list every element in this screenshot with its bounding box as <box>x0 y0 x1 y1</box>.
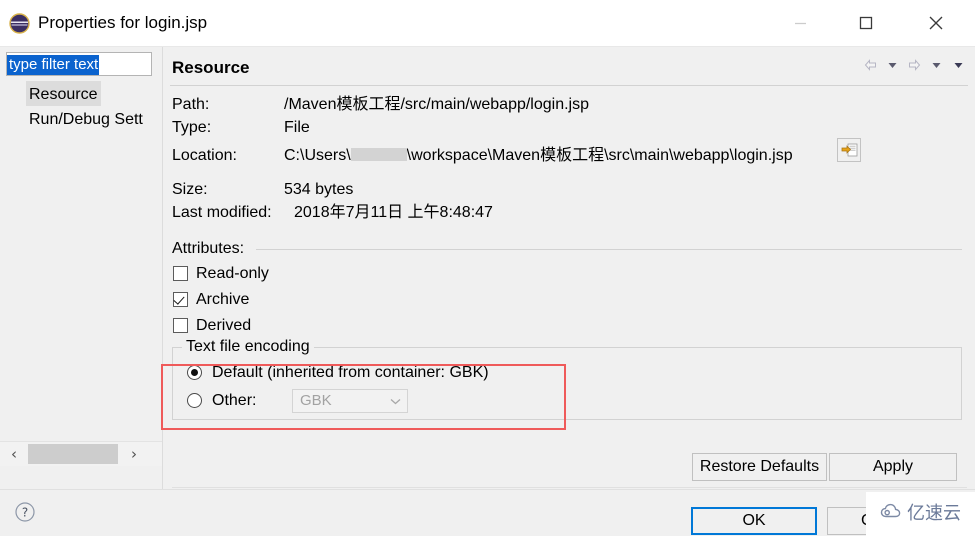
scroll-left-icon[interactable]: ‹ <box>0 442 28 466</box>
checkbox-archive[interactable]: Archive <box>172 287 962 313</box>
encoding-combo-value: GBK <box>300 392 332 409</box>
page-title-divider <box>170 85 968 86</box>
text-file-encoding-group: Text file encoding Default (inherited fr… <box>161 337 962 430</box>
checkbox-label: Read-only <box>196 265 269 282</box>
close-button[interactable] <box>905 0 967 46</box>
radio-other-encoding[interactable]: Other: GBK <box>186 388 408 414</box>
page-title: Resource <box>172 58 250 77</box>
location-prefix: C:\Users\ <box>284 147 351 164</box>
minimize-button[interactable] <box>769 0 831 46</box>
resource-page: Resource Path: /Maven模板工程/src/main/webap… <box>161 47 975 489</box>
properties-dialog: Properties for login.jsp type filter tex… <box>0 0 975 536</box>
svg-text:?: ? <box>22 506 28 520</box>
info-row-last-modified: Last modified: 2018年7月11日 上午8:48:47 <box>172 201 962 224</box>
info-row-location: Location: C:\Users\ \workspace\Maven模板工程\… <box>172 138 962 172</box>
page-navigation <box>861 55 967 75</box>
checkbox-label: Derived <box>196 317 252 334</box>
scrollbar-thumb[interactable] <box>28 444 118 464</box>
eclipse-logo-icon <box>9 13 30 34</box>
chevron-down-icon[interactable] <box>390 390 401 412</box>
info-row-path: Path: /Maven模板工程/src/main/webapp/login.j… <box>172 93 962 116</box>
info-label: Size: <box>172 181 208 198</box>
radio-default-encoding[interactable]: Default (inherited from container: GBK) <box>186 360 489 386</box>
checkbox-derived[interactable]: Derived <box>172 313 962 339</box>
back-arrow-icon[interactable] <box>861 55 879 75</box>
checkbox-label: Archive <box>196 291 250 308</box>
apply-divider <box>172 487 967 488</box>
checkbox-icon[interactable] <box>173 266 188 281</box>
info-label: Location: <box>172 147 237 164</box>
watermark: 亿速云 <box>866 492 975 536</box>
info-value: /Maven模板工程/src/main/webapp/login.jsp <box>284 96 590 113</box>
radio-icon[interactable] <box>187 393 202 408</box>
apply-button[interactable]: Apply <box>829 453 957 481</box>
watermark-text: 亿速云 <box>907 503 961 524</box>
attributes-section: Attributes: Read-only Archive Derived <box>172 237 962 339</box>
checkbox-checked-icon[interactable] <box>173 292 188 307</box>
browse-location-button[interactable] <box>837 138 861 162</box>
sidebar-item-label: Resource <box>26 81 102 106</box>
info-row-type: Type: File <box>172 116 962 139</box>
more-menu-chevron-down-icon[interactable] <box>949 55 967 75</box>
info-label: Path: <box>172 96 210 113</box>
attributes-divider <box>256 249 962 250</box>
window-title: Properties for login.jsp <box>38 13 208 32</box>
dialog-body: type filter text Resource Run/Debug Sett… <box>0 47 975 489</box>
back-menu-chevron-down-icon[interactable] <box>883 55 901 75</box>
settings-tree: Resource Run/Debug Sett <box>0 81 162 131</box>
ok-button[interactable]: OK <box>691 507 817 535</box>
title-bar: Properties for login.jsp <box>0 0 975 47</box>
help-question-icon[interactable]: ? <box>14 501 36 523</box>
sidebar-item-label: Run/Debug Sett <box>29 111 143 128</box>
filter-input[interactable]: type filter text <box>6 52 152 76</box>
sidebar-horizontal-scrollbar[interactable]: ‹ › <box>0 441 162 466</box>
checkbox-read-only[interactable]: Read-only <box>172 261 962 287</box>
scroll-right-icon[interactable]: › <box>120 442 148 466</box>
encoding-combo-box[interactable]: GBK <box>292 389 408 413</box>
sidebar: type filter text Resource Run/Debug Sett… <box>0 47 163 489</box>
filter-input-value: type filter text <box>7 55 100 75</box>
restore-defaults-button[interactable]: Restore Defaults <box>692 453 827 481</box>
checkbox-icon[interactable] <box>173 318 188 333</box>
redacted-username <box>350 148 407 162</box>
maximize-button[interactable] <box>835 0 897 46</box>
info-value: File <box>284 119 310 136</box>
info-label: Type: <box>172 119 212 136</box>
info-label: Last modified: <box>172 204 272 221</box>
sidebar-item-run-debug-settings[interactable]: Run/Debug Sett <box>0 106 162 131</box>
info-value: C:\Users\ \workspace\Maven模板工程\src\main\w… <box>284 139 793 172</box>
radio-label: Default (inherited from container: GBK) <box>212 364 489 381</box>
forward-arrow-icon[interactable] <box>905 55 923 75</box>
info-row-size: Size: 534 bytes <box>172 178 962 201</box>
cloud-logo-icon <box>880 503 903 526</box>
radio-selected-icon[interactable] <box>187 365 202 380</box>
radio-label: Other: <box>212 392 257 409</box>
resource-info: Path: /Maven模板工程/src/main/webapp/login.j… <box>172 93 962 224</box>
sidebar-item-resource[interactable]: Resource <box>0 81 162 106</box>
forward-menu-chevron-down-icon[interactable] <box>927 55 945 75</box>
info-value: 2018年7月11日 上午8:48:47 <box>294 204 493 221</box>
location-suffix: \workspace\Maven模板工程\src\main\webapp\log… <box>406 147 793 164</box>
group-legend: Text file encoding <box>182 337 314 357</box>
info-value: 534 bytes <box>284 181 354 198</box>
